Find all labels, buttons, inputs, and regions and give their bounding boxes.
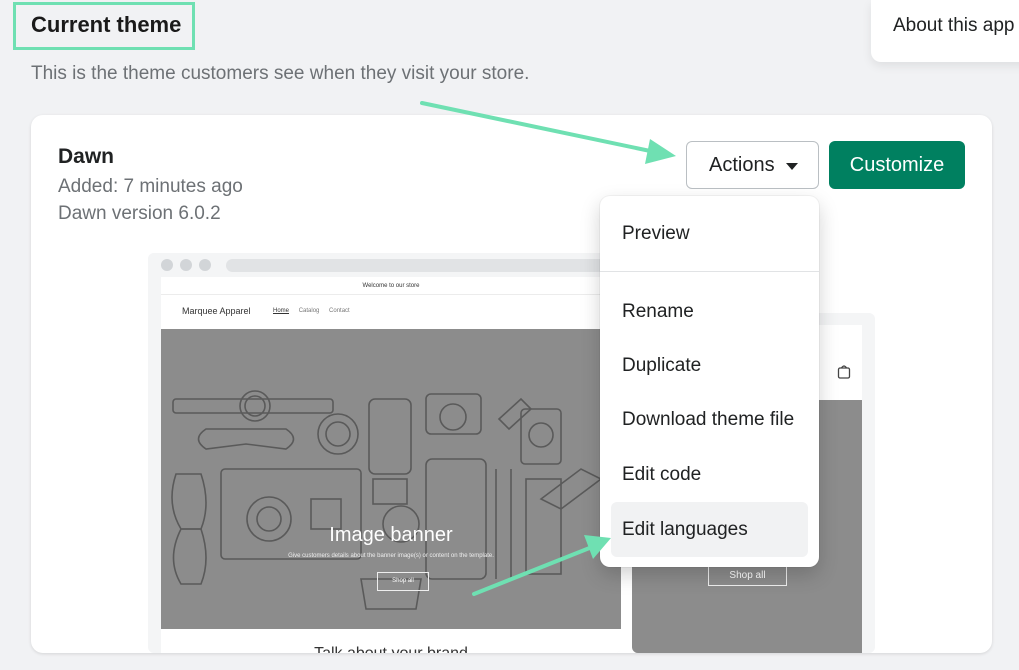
arrow-to-actions-icon — [420, 101, 676, 164]
arrow-to-edit-languages-icon — [472, 535, 611, 596]
annotation-arrows — [420, 101, 676, 596]
